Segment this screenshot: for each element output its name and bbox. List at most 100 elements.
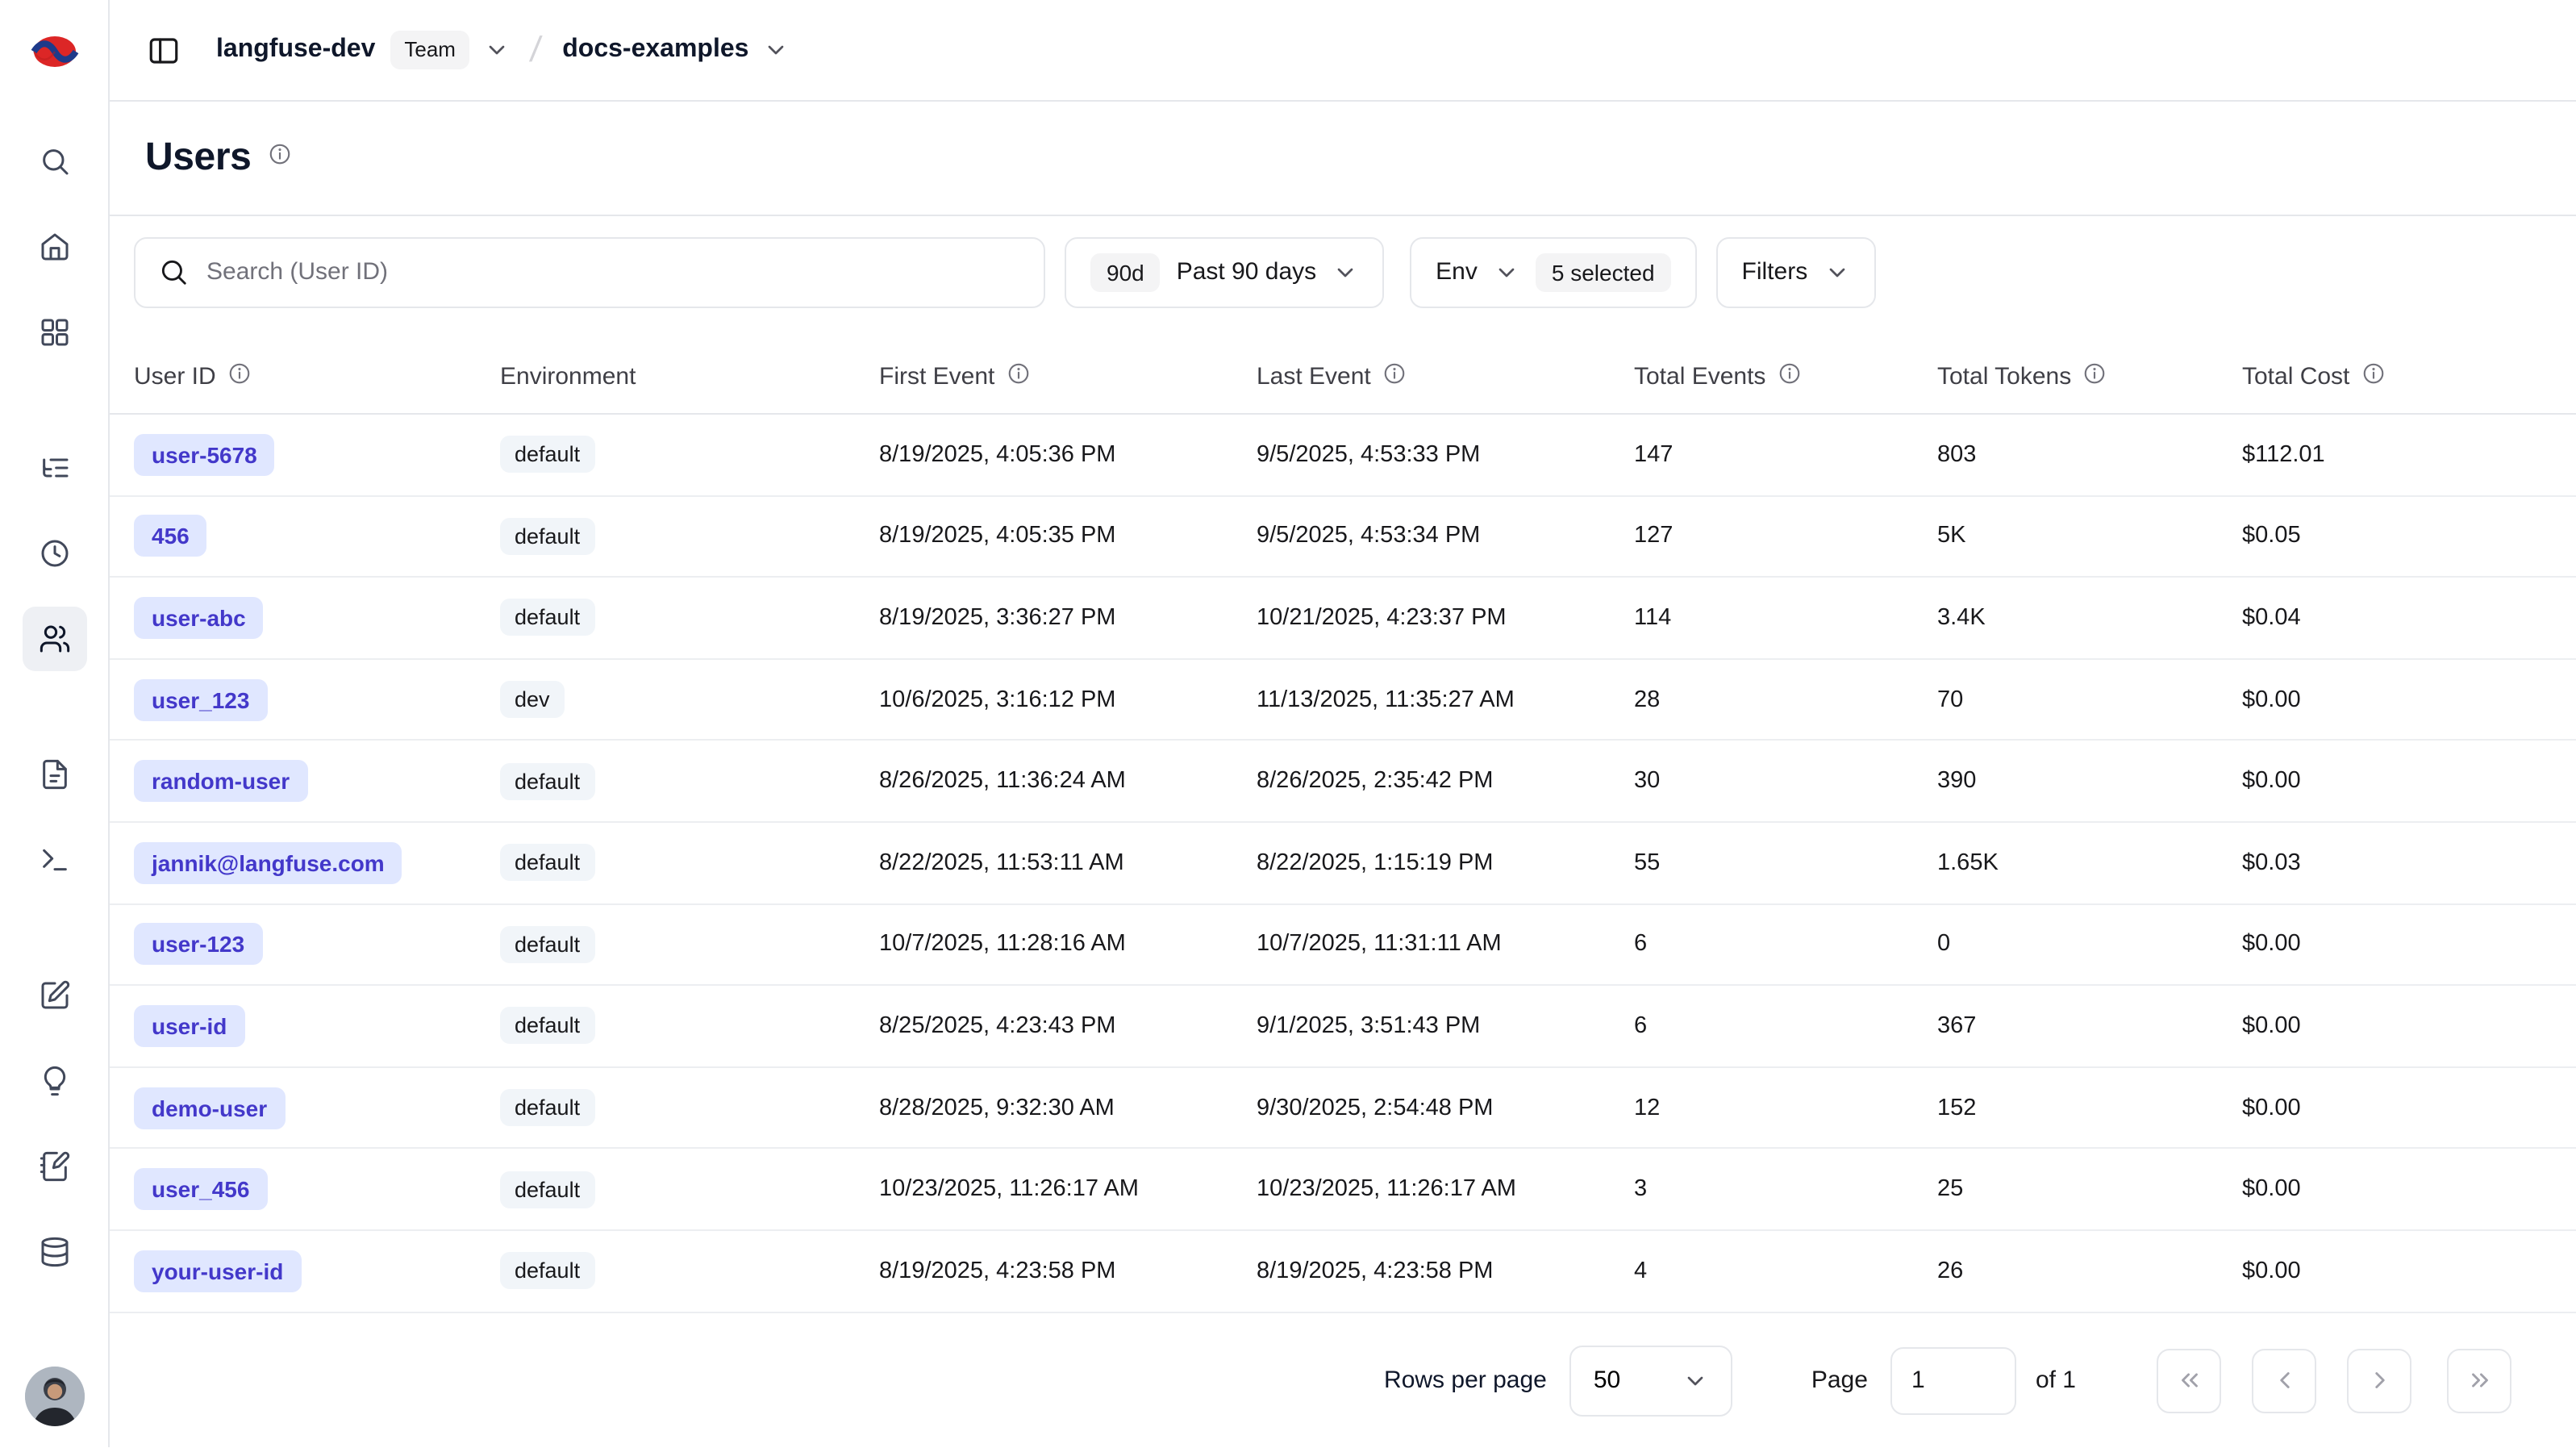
sidebar-item-dashboards[interactable] [22,300,86,365]
sidebar-item-users[interactable] [22,607,86,671]
filters-button[interactable]: Filters [1716,236,1876,307]
user-avatar[interactable] [24,1367,84,1426]
sidebar-item-sessions[interactable] [22,521,86,586]
column-header-total-tokens[interactable]: Total Tokens [1937,361,2242,392]
cell-total-cost: $0.04 [2242,605,2576,631]
page-title-info-icon[interactable] [267,142,291,174]
environment-badge: default [500,518,594,555]
column-header-environment[interactable]: Environment [500,363,879,390]
cell-total-tokens: 1.65K [1937,850,2242,876]
cell-user-id: user_123 [134,678,500,720]
sidebar-nav [22,102,86,1284]
user-id-badge[interactable]: jannik@langfuse.com [134,842,402,884]
search-input[interactable] [134,236,1045,307]
rows-per-page-select[interactable]: 50 [1569,1345,1732,1416]
table-row[interactable]: user-5678 default 8/19/2025, 4:05:36 PM … [110,415,2576,496]
column-header-total-events[interactable]: Total Events [1634,361,1937,392]
info-icon[interactable] [2361,361,2385,392]
cell-user-id: demo-user [134,1087,500,1129]
user-id-badge[interactable]: user-id [134,1005,244,1047]
info-icon[interactable] [1382,361,1407,392]
column-label: Environment [500,363,636,390]
user-id-badge[interactable]: demo-user [134,1087,285,1129]
column-header-last-event[interactable]: Last Event [1257,361,1634,392]
table-row[interactable]: demo-user default 8/28/2025, 9:32:30 AM … [110,1068,2576,1150]
cell-total-events: 3 [1634,1176,1937,1202]
table-row[interactable]: 456 default 8/19/2025, 4:05:35 PM 9/5/20… [110,496,2576,578]
sidebar-item-datasets[interactable] [22,1220,86,1284]
cell-user-id: user_456 [134,1168,500,1210]
next-page-button[interactable] [2347,1348,2411,1413]
sidebar-item-prompts[interactable] [22,742,86,807]
table-row[interactable]: user_456 default 10/23/2025, 11:26:17 AM… [110,1150,2576,1231]
table-row[interactable]: jannik@langfuse.com default 8/22/2025, 1… [110,823,2576,904]
environment-badge: default [500,436,594,474]
sidebar-item-home[interactable] [22,215,86,279]
sidebar-item-insights[interactable] [22,1049,86,1113]
cell-environment: default [500,926,879,963]
date-range-button[interactable]: 90d Past 90 days [1065,236,1384,307]
langfuse-logo[interactable] [0,0,108,102]
sidebar-item-search[interactable] [22,129,86,194]
table-row[interactable]: user_123 dev 10/6/2025, 3:16:12 PM 11/13… [110,660,2576,741]
users-table: User ID Environment First Event Last Eve… [110,340,2576,1448]
toolbar: 90d Past 90 days Env 5 selected Filters [110,216,2576,308]
info-icon[interactable] [227,361,252,392]
page-title: Users [145,136,251,181]
chevrons-left-icon [2175,1367,2203,1394]
org-chevron-down-icon[interactable] [485,37,511,63]
cell-total-cost: $0.00 [2242,768,2576,794]
table-row[interactable]: user-id default 8/25/2025, 4:23:43 PM 9/… [110,986,2576,1067]
environment-filter-button[interactable]: Env 5 selected [1410,236,1696,307]
topbar: langfuse-dev Team / docs-examples [110,0,2576,102]
org-plan-badge: Team [390,31,470,69]
pagination-controls [2157,1348,2511,1413]
project-chevron-down-icon[interactable] [763,37,789,63]
sidebar-item-annotation[interactable] [22,1134,86,1199]
cell-total-cost: $0.00 [2242,686,2576,712]
user-id-badge[interactable]: user_123 [134,678,267,720]
cell-user-id: user-id [134,1005,500,1047]
table-row[interactable]: random-user default 8/26/2025, 11:36:24 … [110,741,2576,823]
cell-environment: default [500,1171,879,1208]
page-number-input[interactable] [1890,1346,2016,1414]
column-header-total-cost[interactable]: Total Cost [2242,361,2576,392]
environment-badge: default [500,762,594,799]
user-id-badge[interactable]: random-user [134,760,307,802]
cell-total-tokens: 367 [1937,1013,2242,1039]
cell-total-events: 30 [1634,768,1937,794]
cell-user-id: user-123 [134,924,500,966]
info-icon[interactable] [1777,361,1801,392]
filters-label: Filters [1742,258,1808,286]
previous-page-button[interactable] [2252,1348,2316,1413]
column-header-user-id[interactable]: User ID [134,361,500,392]
sidebar-item-playground[interactable] [22,828,86,892]
last-page-button[interactable] [2447,1348,2511,1413]
table-row[interactable]: user-123 default 10/7/2025, 11:28:16 AM … [110,904,2576,986]
user-id-badge[interactable]: user-123 [134,924,262,966]
table-row[interactable]: user-abc default 8/19/2025, 3:36:27 PM 1… [110,578,2576,659]
cell-total-cost: $0.00 [2242,1258,2576,1283]
sidebar-toggle-button[interactable] [132,19,194,81]
cell-total-cost: $0.00 [2242,932,2576,958]
column-header-first-event[interactable]: First Event [879,361,1257,392]
table-row[interactable]: your-user-id default 8/19/2025, 4:23:58 … [110,1231,2576,1312]
user-id-badge[interactable]: your-user-id [134,1250,301,1292]
info-icon[interactable] [2082,361,2107,392]
cell-total-tokens: 0 [1937,932,2242,958]
chevron-left-icon [2270,1367,2298,1394]
user-id-badge[interactable]: 456 [134,515,207,557]
user-id-badge[interactable]: user_456 [134,1168,267,1210]
sidebar-item-tracing[interactable] [22,436,86,500]
breadcrumb: langfuse-dev Team / docs-examples [216,29,789,71]
cell-total-cost: $0.03 [2242,850,2576,876]
info-icon[interactable] [1006,361,1030,392]
user-id-badge[interactable]: user-abc [134,597,264,639]
cell-total-cost: $0.00 [2242,1095,2576,1120]
rows-per-page-label: Rows per page [1384,1367,1547,1394]
org-name[interactable]: langfuse-dev [216,35,375,65]
user-id-badge[interactable]: user-5678 [134,434,275,476]
project-name[interactable]: docs-examples [562,35,748,65]
sidebar-item-evaluation[interactable] [22,963,86,1028]
first-page-button[interactable] [2157,1348,2221,1413]
